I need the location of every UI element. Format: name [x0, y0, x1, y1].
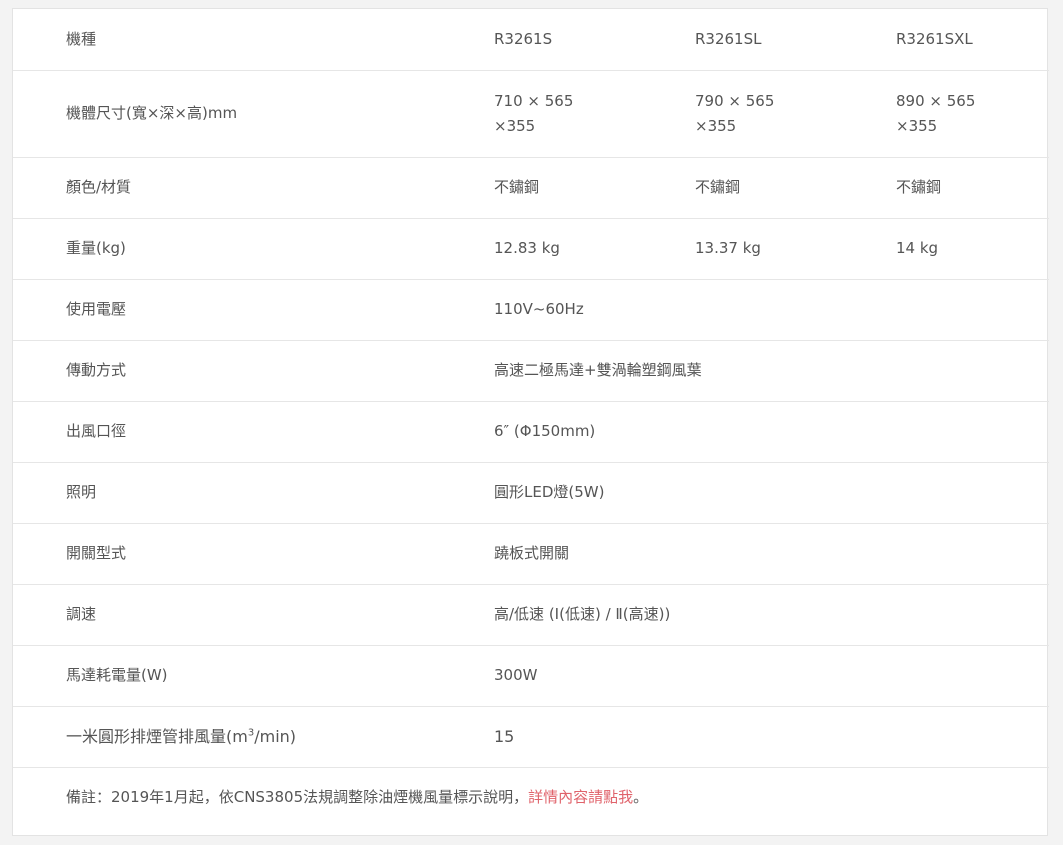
- value-cell: 300W: [494, 645, 1049, 707]
- table-row-voltage: 使用電壓 110V~60Hz: [13, 279, 1049, 341]
- value-cell: 高速二極馬達+雙渦輪塑鋼風葉: [494, 340, 1049, 402]
- row-label: 照明: [13, 462, 494, 524]
- row-label: 一米圓形排煙管排風量(m3/min): [13, 706, 494, 768]
- size-line: ×355: [494, 116, 536, 135]
- value-cell: 12.83 kg: [494, 218, 695, 280]
- value-cell: 15: [494, 706, 1049, 768]
- size-line: 790 × 565: [695, 91, 775, 110]
- table-row-drive: 傳動方式 高速二極馬達+雙渦輪塑鋼風葉: [13, 340, 1049, 402]
- spec-table-container: 機種 R3261S R3261SL R3261SXL 機體尺寸(寬×深×高)mm…: [12, 8, 1049, 836]
- size-line: 710 × 565: [494, 91, 574, 110]
- size-line: ×355: [896, 116, 938, 135]
- row-label: 使用電壓: [13, 279, 494, 341]
- row-label: 馬達耗電量(W): [13, 645, 494, 707]
- table-row-model: 機種 R3261S R3261SL R3261SXL: [13, 9, 1049, 71]
- table-row-note: 備註：2019年1月起，依CNS3805法規調整除油煙機風量標示說明，詳情內容請…: [13, 767, 1049, 828]
- model-cell: R3261SXL: [896, 9, 1049, 71]
- table-row-airflow: 一米圓形排煙管排風量(m3/min) 15: [13, 706, 1049, 768]
- row-label: 重量(kg): [13, 218, 494, 280]
- value-cell: 高/低速 (Ⅰ(低速) / Ⅱ(高速)): [494, 584, 1049, 646]
- table-row-switch: 開關型式 蹺板式開關: [13, 523, 1049, 585]
- value-cell: 790 × 565 ×355: [695, 70, 896, 158]
- value-cell: 不鏽鋼: [896, 157, 1049, 219]
- airflow-label-suffix: /min): [254, 727, 297, 746]
- note-end: 。: [633, 788, 649, 807]
- spec-table: 機種 R3261S R3261SL R3261SXL 機體尺寸(寬×深×高)mm…: [13, 9, 1049, 828]
- row-label: 調速: [13, 584, 494, 646]
- table-row-size: 機體尺寸(寬×深×高)mm 710 × 565 ×355 790 × 565 ×…: [13, 70, 1049, 158]
- table-row-lighting: 照明 圓形LED燈(5W): [13, 462, 1049, 524]
- row-label: 出風口徑: [13, 401, 494, 463]
- row-label: 傳動方式: [13, 340, 494, 402]
- value-cell: 110V~60Hz: [494, 279, 1049, 341]
- size-line: 890 × 565: [896, 91, 976, 110]
- table-row-speed: 調速 高/低速 (Ⅰ(低速) / Ⅱ(高速)): [13, 584, 1049, 646]
- row-label: 機種: [13, 9, 494, 71]
- model-cell: R3261SL: [695, 9, 896, 71]
- table-row-outlet: 出風口徑 6″ (Φ150mm): [13, 401, 1049, 463]
- note-text: 備註：2019年1月起，依CNS3805法規調整除油煙機風量標示說明，: [66, 788, 529, 807]
- size-line: ×355: [695, 116, 737, 135]
- value-cell: 不鏽鋼: [494, 157, 695, 219]
- details-link[interactable]: 詳情內容請點我: [528, 788, 633, 806]
- table-row-power: 馬達耗電量(W) 300W: [13, 645, 1049, 707]
- value-cell: 不鏽鋼: [695, 157, 896, 219]
- value-cell: 圓形LED燈(5W): [494, 462, 1049, 524]
- note-cell: 備註：2019年1月起，依CNS3805法規調整除油煙機風量標示說明，詳情內容請…: [13, 767, 1049, 828]
- value-cell: 710 × 565 ×355: [494, 70, 695, 158]
- value-cell: 890 × 565 ×355: [896, 70, 1049, 158]
- value-cell: 14 kg: [896, 218, 1049, 280]
- value-cell: 6″ (Φ150mm): [494, 401, 1049, 463]
- value-cell: 13.37 kg: [695, 218, 896, 280]
- row-label: 機體尺寸(寬×深×高)mm: [13, 70, 494, 158]
- table-row-weight: 重量(kg) 12.83 kg 13.37 kg 14 kg: [13, 218, 1049, 280]
- model-cell: R3261S: [494, 9, 695, 71]
- table-row-color: 顏色/材質 不鏽鋼 不鏽鋼 不鏽鋼: [13, 157, 1049, 219]
- airflow-label-prefix: 一米圓形排煙管排風量(m: [66, 727, 248, 746]
- row-label: 開關型式: [13, 523, 494, 585]
- value-cell: 蹺板式開關: [494, 523, 1049, 585]
- row-label: 顏色/材質: [13, 157, 494, 219]
